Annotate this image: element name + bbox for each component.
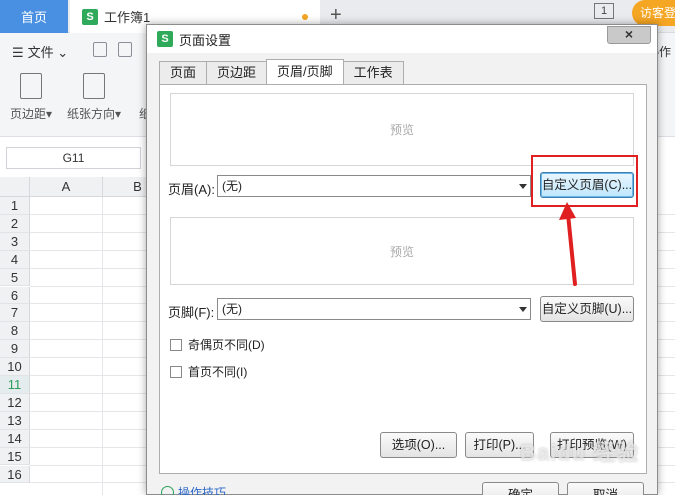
row-header[interactable]: 14 — [0, 429, 30, 448]
column-header[interactable]: A — [30, 177, 103, 197]
dialog-titlebar[interactable]: S 页面设置 × — [147, 25, 657, 53]
window-count-badge[interactable]: 1 — [594, 3, 614, 19]
row-header[interactable]: 11 — [0, 376, 30, 394]
tab-page[interactable]: 页面 — [159, 61, 208, 84]
row-header[interactable]: 4 — [0, 250, 30, 269]
odd-even-label: 奇偶页不同(D) — [188, 338, 265, 352]
chevron-down-icon: ⌄ — [57, 45, 69, 60]
orientation-button[interactable]: 纸张方向▾ — [67, 73, 121, 122]
name-box[interactable]: G11 — [6, 147, 141, 169]
header-select[interactable]: (无) — [217, 175, 531, 197]
footer-label: 页脚(F): — [168, 305, 215, 320]
annotation-arrow-icon — [559, 202, 577, 286]
row-header[interactable]: 6 — [0, 286, 30, 305]
export-icon[interactable] — [118, 42, 132, 57]
row-header[interactable]: 10 — [0, 358, 30, 376]
header-select-value: (无) — [222, 179, 242, 193]
close-button[interactable]: × — [607, 26, 651, 44]
ok-button[interactable]: 确定 — [482, 482, 559, 495]
select-all-corner[interactable] — [0, 177, 30, 197]
footer-select[interactable]: (无) — [217, 298, 531, 320]
dialog-title: 页面设置 — [179, 32, 232, 48]
custom-footer-button[interactable]: 自定义页脚(U)... — [540, 296, 634, 322]
tips-link-label: 操作技巧 — [178, 486, 227, 495]
file-menu-label: 文件 — [27, 45, 54, 60]
tab-sheet[interactable]: 工作表 — [342, 61, 404, 84]
header-label: 页眉(A): — [168, 182, 215, 197]
row-header[interactable]: 5 — [0, 268, 30, 287]
orientation-label: 纸张方向 — [67, 107, 116, 121]
footer-select-value: (无) — [222, 302, 242, 316]
tab-workbook-label: 工作簿1 — [104, 10, 151, 25]
footer-preview-label: 预览 — [389, 244, 414, 259]
margins-button[interactable]: 页边距▾ — [10, 73, 52, 122]
spreadsheet-logo-icon: S — [82, 8, 98, 25]
first-page-different-option[interactable]: 首页不同(I) — [170, 363, 247, 380]
odd-even-checkbox[interactable] — [170, 338, 182, 351]
cancel-button[interactable]: 取消 — [567, 482, 644, 495]
save-icon[interactable] — [93, 42, 107, 57]
tab-home[interactable]: 首页 — [0, 0, 68, 33]
watermark: Baidu 经验 — [520, 440, 640, 465]
file-menu[interactable]: ☰ 文件 ⌄ — [12, 42, 68, 61]
unsaved-dot-icon — [302, 14, 308, 20]
tips-icon — [161, 486, 174, 495]
row-header[interactable]: 12 — [0, 393, 30, 412]
row-header[interactable]: 16 — [0, 465, 30, 484]
row-header[interactable]: 2 — [0, 214, 30, 233]
row-header[interactable]: 1 — [0, 197, 30, 215]
dropdown-arrow-icon — [519, 307, 527, 312]
tips-link[interactable]: 操作技巧 — [161, 484, 226, 495]
dialog-tabs: 页面 页边距 页眉/页脚 工作表 — [159, 59, 404, 85]
dropdown-arrow-icon — [519, 184, 527, 189]
odd-even-different-option[interactable]: 奇偶页不同(D) — [170, 336, 265, 353]
hamburger-icon: ☰ — [12, 45, 24, 60]
orientation-icon — [83, 73, 106, 99]
margin-icon — [20, 73, 43, 99]
tab-header-footer[interactable]: 页眉/页脚 — [266, 59, 344, 84]
options-button[interactable]: 选项(O)... — [380, 432, 457, 458]
row-header[interactable]: 3 — [0, 232, 30, 251]
header-preview-label: 预览 — [389, 123, 414, 137]
spreadsheet-logo-icon: S — [157, 31, 173, 47]
row-header[interactable]: 9 — [0, 340, 30, 359]
column-gridline — [102, 197, 103, 495]
row-header[interactable]: 15 — [0, 447, 30, 466]
first-page-label: 首页不同(I) — [188, 365, 248, 379]
row-header[interactable]: 8 — [0, 322, 30, 341]
first-page-checkbox[interactable] — [170, 365, 182, 378]
margins-label: 页边距 — [10, 107, 47, 121]
row-header[interactable]: 13 — [0, 411, 30, 430]
tab-margins[interactable]: 页边距 — [206, 61, 268, 84]
row-header[interactable]: 7 — [0, 304, 30, 323]
visitor-login-button[interactable]: 访客登录 — [632, 0, 675, 26]
